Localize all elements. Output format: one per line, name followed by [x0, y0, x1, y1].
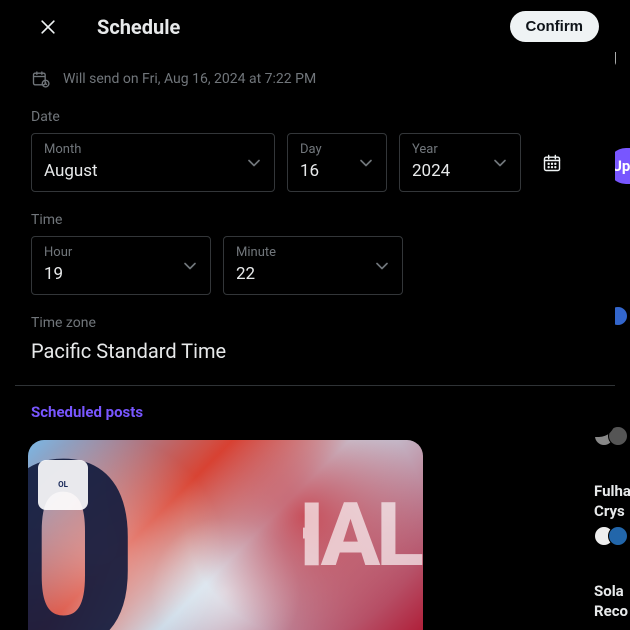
scheduled-posts-link[interactable]: Scheduled posts	[31, 403, 143, 421]
hour-value: 19	[44, 264, 198, 284]
modal-footer: Scheduled posts	[15, 385, 615, 437]
chevron-down-icon	[490, 153, 510, 173]
date-section-label: Date	[31, 109, 599, 125]
calendar-icon	[542, 153, 562, 173]
month-value: August	[44, 161, 262, 181]
confirm-button[interactable]: Confirm	[510, 11, 600, 42]
hour-label: Hour	[44, 245, 198, 260]
chevron-down-icon	[356, 153, 376, 173]
minute-label: Minute	[236, 245, 390, 260]
modal-title: Schedule	[97, 15, 510, 39]
month-select[interactable]: Month August	[31, 133, 275, 192]
minute-select[interactable]: Minute 22	[223, 236, 403, 295]
time-section-label: Time	[31, 212, 599, 228]
chevron-down-icon	[180, 256, 200, 276]
timezone-block: Time zone Pacific Standard Time	[31, 315, 599, 363]
timezone-label: Time zone	[31, 315, 599, 331]
chevron-down-icon	[244, 153, 264, 173]
chevron-down-icon	[372, 256, 392, 276]
sidebar-item-frag: Reco	[594, 602, 630, 620]
avatar	[608, 526, 628, 546]
send-info-row: Will send on Fri, Aug 16, 2024 at 7:22 P…	[31, 69, 599, 89]
sidebar-item-frag[interactable]: Fulha	[594, 482, 630, 500]
month-label: Month	[44, 142, 262, 157]
time-row: Hour 19 Minute 22	[31, 236, 599, 295]
close-icon	[38, 17, 58, 37]
calendar-picker-button[interactable]	[533, 133, 571, 192]
send-info-text: Will send on Fri, Aug 16, 2024 at 7:22 P…	[63, 71, 316, 87]
sidebar-item-frag: Crys	[594, 502, 630, 520]
date-row: Month August Day 16 Year 2024	[31, 133, 599, 192]
post-image: 0 OL HALF	[28, 440, 423, 630]
modal-header: Schedule Confirm	[15, 0, 615, 53]
timezone-value: Pacific Standard Time	[31, 339, 599, 363]
sidebar-item-frag[interactable]: Sola	[594, 582, 630, 600]
scheduled-send-icon	[31, 69, 51, 89]
day-select[interactable]: Day 16	[287, 133, 387, 192]
year-select[interactable]: Year 2024	[399, 133, 521, 192]
hour-select[interactable]: Hour 19	[31, 236, 211, 295]
minute-value: 22	[236, 264, 390, 284]
schedule-modal: Schedule Confirm Will send on Fri, Aug 1…	[15, 0, 615, 437]
team-badge: OL	[38, 460, 88, 510]
halftime-text: HALF	[303, 440, 423, 630]
close-button[interactable]	[31, 10, 65, 44]
